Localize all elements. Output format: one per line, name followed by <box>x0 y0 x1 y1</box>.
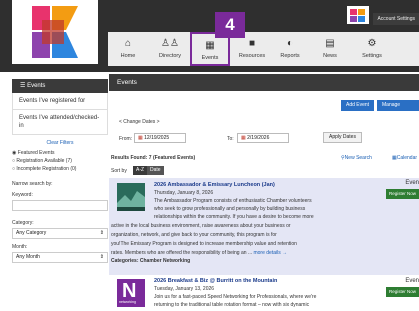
nav-home-label: Home <box>120 53 136 59</box>
nav-events-label: Events <box>201 55 219 61</box>
sidebar-link-registered[interactable]: Events I've registered for <box>12 93 108 110</box>
register-now-button[interactable]: Register Now <box>385 287 419 297</box>
event-type-label: Even <box>405 180 419 186</box>
event-description-line: organization, network, and give back to … <box>111 232 277 238</box>
events-header: Events <box>109 74 419 91</box>
event-date: Thursday, January 8, 2026 <box>154 190 214 196</box>
event-description-line: The Ambassador Program consists of enthu… <box>154 198 312 204</box>
filter-registration-label: Registration Available (7) <box>16 158 72 164</box>
sidebar: ☰ Events Events I've registered for Even… <box>12 72 108 311</box>
event-description-line: returning to the traditional table rotat… <box>154 302 310 308</box>
event-description-tail: rates. Members who are offered the respo… <box>111 250 253 256</box>
calendar-small-icon: ▦ <box>241 135 246 141</box>
month-label: Month: <box>12 244 28 250</box>
select-arrow-icon: ⇕ <box>99 254 104 260</box>
change-dates-link[interactable]: < Change Dates > <box>119 119 160 125</box>
sidebar-title: Events <box>27 83 46 89</box>
nav-settings[interactable]: ⚙ Settings <box>352 32 392 66</box>
avatar-logo-icon <box>350 9 365 22</box>
calendar-small-icon: ▦ <box>138 135 143 141</box>
gear-icon: ⚙ <box>367 38 377 49</box>
manage-events-button[interactable]: Manage Events <box>377 100 419 119</box>
category-label: Category: <box>12 220 34 226</box>
month-select[interactable]: Any Month ⇕ <box>12 252 108 263</box>
account-avatar[interactable] <box>347 6 369 24</box>
new-search-link[interactable]: ⚲New Search <box>341 155 372 161</box>
filter-incomplete-label: Incomplete Registration (0) <box>16 166 77 172</box>
from-date-value: 12/19/2025 <box>144 135 170 141</box>
nav-resources-label: Resources <box>238 53 266 59</box>
event-categories: Categories: Chamber Networking <box>111 258 191 264</box>
event-description-line: you!The Emissary Program is designed to … <box>111 241 297 247</box>
news-icon: ▤ <box>325 38 335 49</box>
add-event-button[interactable]: Add Event <box>341 100 375 111</box>
select-arrow-icon: ⇕ <box>99 230 104 236</box>
nav-news-label: News <box>323 53 337 59</box>
month-value: Any Month <box>16 254 40 260</box>
nav-directory[interactable]: ♙♙ Directory <box>150 32 190 66</box>
from-date-input[interactable]: ▦ 12/19/2025 <box>134 133 186 143</box>
nav-reports[interactable]: ◐ Reports <box>270 32 310 66</box>
event-description-line: relationships within the community. If y… <box>154 214 314 220</box>
filter-incomplete[interactable]: ○ Incomplete Registration (0) <box>12 165 108 173</box>
new-search-label: New Search <box>344 155 372 161</box>
nav-settings-label: Settings <box>362 53 382 59</box>
event-description-line: active in the local business environment… <box>111 223 291 229</box>
results-count: Results Found: 7 (Featured Events) <box>111 155 196 161</box>
calendar-view-label: Calendar <box>396 155 418 161</box>
to-date-input[interactable]: ▦ 2/19/2026 <box>237 133 289 143</box>
networking-logo-letter: N <box>122 280 137 302</box>
apply-dates-button[interactable]: Apply Dates <box>323 132 362 143</box>
chart-icon: ◐ <box>286 38 294 49</box>
networking-caption: networking <box>119 300 136 304</box>
page: Account Settings ⌂ Home ♙♙ Directory ▦ E… <box>0 0 419 311</box>
sort-label: Sort by <box>111 168 127 174</box>
event-card[interactable]: N networking 2026 Breakfast & Biz @ Burr… <box>109 275 419 311</box>
to-label: To: <box>227 136 234 142</box>
category-value: Any Category <box>16 230 47 236</box>
narrow-label: Narrow search by: <box>12 181 53 187</box>
event-thumbnail: N networking <box>117 279 145 307</box>
menu-icon: ☰ <box>20 83 26 89</box>
logo-graphic <box>32 6 78 58</box>
event-type-label: Even <box>405 278 419 284</box>
category-select[interactable]: Any Category ⇕ <box>12 228 108 239</box>
event-thumbnail <box>117 183 145 211</box>
filter-featured-label: Featured Events <box>17 150 55 156</box>
filter-registration-available[interactable]: ○ Registration Available (7) <box>12 157 108 165</box>
event-date: Tuesday, January 13, 2026 <box>154 286 215 292</box>
event-title-link[interactable]: 2026 Breakfast & Biz @ Burritt on the Mo… <box>154 278 277 284</box>
calendar-view-link[interactable]: ▦Calendar <box>392 155 417 161</box>
sidebar-link-attended[interactable]: Events I've attended/checked-in <box>12 110 108 135</box>
home-icon: ⌂ <box>124 38 132 49</box>
people-icon: ♙♙ <box>161 38 179 49</box>
register-now-button[interactable]: Register Now <box>385 189 419 199</box>
event-description-line: Join us for a fast-paced Speed Networkin… <box>154 294 317 300</box>
main-content: Events Add Event Manage Events < Change … <box>109 72 419 311</box>
nav-home[interactable]: ⌂ Home <box>108 32 148 66</box>
nav-news[interactable]: ▤ News <box>310 32 350 66</box>
filter-featured[interactable]: ◉ Featured Events <box>12 149 108 157</box>
more-details-link[interactable]: more details → <box>253 250 287 256</box>
sort-date-button[interactable]: Date <box>147 166 164 175</box>
nav-directory-label: Directory <box>158 53 181 59</box>
keyword-label: Keyword: <box>12 192 33 198</box>
event-title-link[interactable]: 2026 Ambassador & Emissary Luncheon (Jan… <box>154 182 275 188</box>
sort-az-button[interactable]: A-Z <box>133 166 148 175</box>
event-description-line: who seek to grow professionally and pers… <box>154 206 306 212</box>
sidebar-header: ☰ Events <box>12 79 108 93</box>
clear-filters-link[interactable]: Clear Filters <box>12 140 108 146</box>
chamber-logo[interactable] <box>12 0 98 64</box>
event-description-line: rates. Members who are offered the respo… <box>111 250 287 257</box>
event-image-icon <box>117 183 145 211</box>
nav-reports-label: Reports <box>280 53 300 59</box>
from-label: From: <box>119 136 133 142</box>
step-number-badge: 4 <box>215 12 245 38</box>
keyword-input[interactable] <box>12 200 108 211</box>
to-date-value: 2/19/2026 <box>247 135 270 141</box>
account-settings-link[interactable]: Account Settings <box>373 13 419 25</box>
